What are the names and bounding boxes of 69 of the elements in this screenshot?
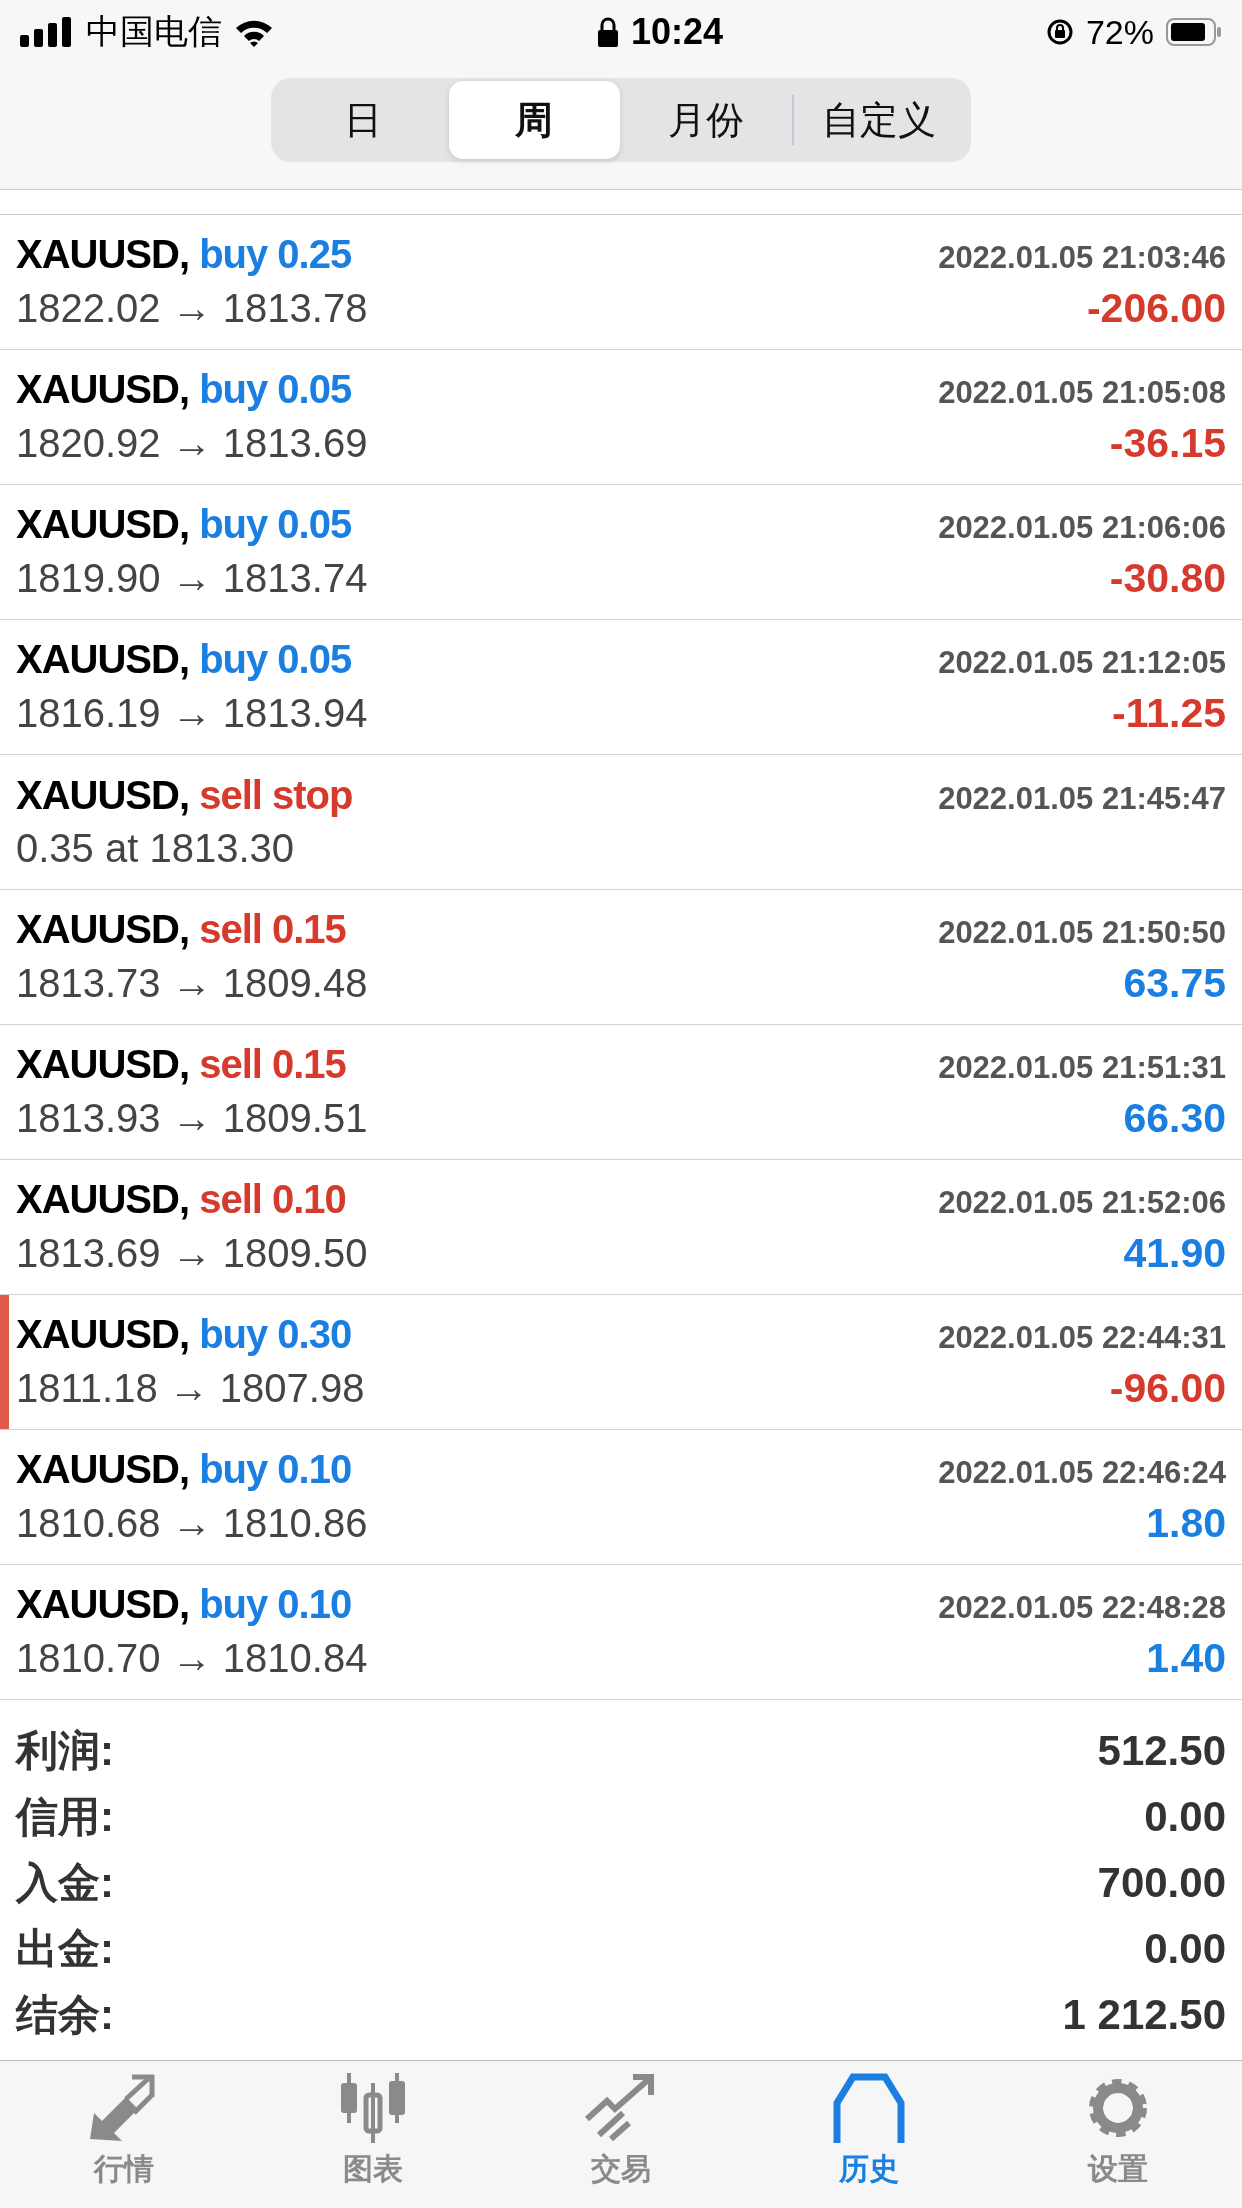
- deal-prices: 1811.18 → 1807.98: [16, 1366, 365, 1411]
- battery-icon: [1166, 18, 1222, 46]
- deal-profit: 66.30: [1123, 1095, 1226, 1142]
- tab-bar-item[interactable]: 历史: [779, 2073, 960, 2208]
- deal-time: 2022.01.05 22:48:28: [938, 1590, 1226, 1626]
- deal-time: 2022.01.05 21:03:46: [938, 240, 1226, 276]
- period-tab[interactable]: 日: [277, 81, 449, 159]
- deal-profit: -11.25: [1112, 690, 1226, 737]
- period-tab[interactable]: 周: [448, 81, 620, 159]
- deal-time: 2022.01.05 21:52:06: [938, 1185, 1226, 1221]
- deal-prices: 0.35 at 1813.30: [16, 826, 295, 871]
- deal-profit: 1.80: [1146, 1500, 1226, 1547]
- summary-value: 1 212.50: [1062, 1991, 1226, 2039]
- deal-profit: 63.75: [1123, 960, 1226, 1007]
- deal-title: XAUUSD, sell stop: [16, 773, 353, 818]
- deal-title: XAUUSD, buy 0.30: [16, 1312, 352, 1357]
- deal-time: 2022.01.05 21:06:06: [938, 510, 1226, 546]
- summary-value: 0.00: [1144, 1793, 1226, 1841]
- summary-label: 利润:: [16, 1726, 114, 1776]
- deal-prices: 1822.02 → 1813.78: [16, 286, 368, 331]
- deal-title: XAUUSD, buy 0.05: [16, 367, 352, 412]
- deal-profit: -36.15: [1109, 420, 1226, 467]
- deal-time: 2022.01.05 21:12:05: [938, 645, 1226, 681]
- tab-bar-item[interactable]: 交易: [530, 2073, 711, 2208]
- summary-value: 700.00: [1097, 1859, 1226, 1907]
- deal-title: XAUUSD, buy 0.25: [16, 232, 352, 277]
- deal-title: XAUUSD, buy 0.05: [16, 502, 352, 547]
- carrier-name: 中国电信: [86, 11, 222, 52]
- summary-label: 出金:: [16, 1924, 114, 1974]
- summary-value: 0.00: [1144, 1925, 1226, 1973]
- deal-profit: 1.40: [1146, 1635, 1226, 1682]
- deal-time: 2022.01.05 22:44:31: [938, 1320, 1226, 1356]
- deal-prices: 1813.73 → 1809.48: [16, 961, 368, 1006]
- deal-prices: 1816.19 → 1813.94: [16, 691, 368, 736]
- summary-value: 512.50: [1097, 1727, 1226, 1775]
- deal-profit: 41.90: [1123, 1230, 1226, 1277]
- deal-prices: 1820.92 → 1813.69: [16, 421, 368, 466]
- lock-icon: [596, 17, 619, 47]
- summary-label: 结余:: [16, 1990, 114, 2040]
- deal-title: XAUUSD, sell 0.15: [16, 1042, 346, 1087]
- battery-percent: 72%: [1085, 12, 1154, 52]
- deal-prices: 1813.93 → 1809.51: [16, 1096, 368, 1141]
- rotation-lock-icon: [1045, 18, 1074, 46]
- deal-time: 2022.01.05 22:46:24: [938, 1455, 1226, 1491]
- summary-label: 入金:: [16, 1858, 114, 1908]
- deal-time: 2022.01.05 21:51:31: [938, 1050, 1226, 1086]
- deal-title: XAUUSD, sell 0.15: [16, 907, 346, 952]
- summary-label: 信用:: [16, 1792, 114, 1842]
- tab-bar-item[interactable]: 设置: [1027, 2073, 1208, 2208]
- deal-title: XAUUSD, buy 0.05: [16, 637, 352, 682]
- deal-profit: -96.00: [1109, 1365, 1226, 1412]
- deal-time: 2022.01.05 21:05:08: [938, 375, 1226, 411]
- deal-profit: -206.00: [1086, 285, 1226, 332]
- deal-prices: 1810.70 → 1810.84: [16, 1636, 368, 1681]
- deal-prices: 1819.90 → 1813.74: [16, 556, 368, 601]
- tab-bar-item[interactable]: 图表: [282, 2073, 463, 2208]
- signal-icon: [20, 17, 74, 47]
- deal-prices: 1813.69 → 1809.50: [16, 1231, 368, 1276]
- clock-time: 10:24: [630, 11, 723, 53]
- deal-title: XAUUSD, buy 0.10: [16, 1582, 352, 1627]
- period-tab[interactable]: 月份: [620, 81, 792, 159]
- period-tab[interactable]: 自定义: [793, 81, 965, 159]
- deal-prices: 1810.68 → 1810.86: [16, 1501, 368, 1546]
- deal-time: 2022.01.05 21:50:50: [938, 915, 1226, 951]
- deal-title: XAUUSD, sell 0.10: [16, 1177, 346, 1222]
- deal-profit: -30.80: [1109, 555, 1226, 602]
- deal-time: 2022.01.05 21:45:47: [938, 781, 1226, 817]
- tab-bar-item[interactable]: 行情: [34, 2073, 215, 2208]
- deal-title: XAUUSD, buy 0.10: [16, 1447, 352, 1492]
